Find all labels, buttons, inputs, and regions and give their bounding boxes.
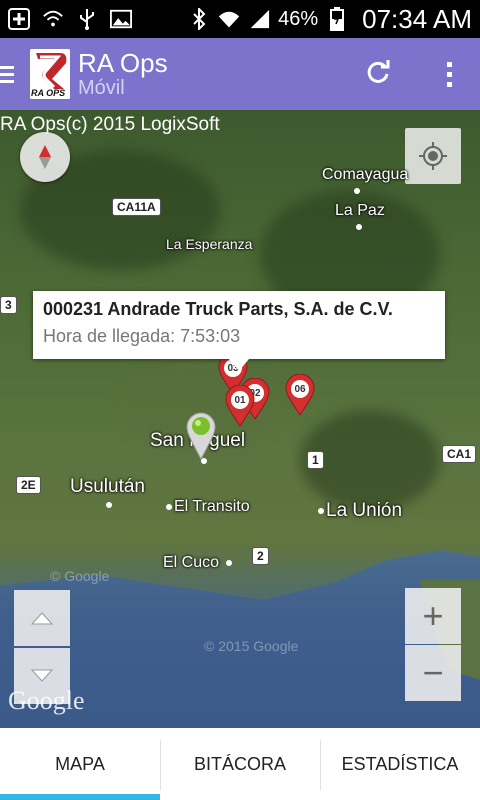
battery-icon xyxy=(326,7,348,31)
action-bar: RA OPS RA Ops Móvil xyxy=(0,38,480,110)
bluetooth-icon xyxy=(188,8,210,30)
place-label: Comayagua xyxy=(322,166,409,183)
map-marker[interactable]: 06 xyxy=(285,373,315,416)
place-dot xyxy=(106,502,112,508)
wifi-question-icon xyxy=(42,8,64,30)
road-shield: 3 xyxy=(0,296,17,314)
current-location-marker[interactable] xyxy=(186,412,216,461)
map-marker[interactable]: 01 xyxy=(225,384,255,427)
signal-icon xyxy=(248,8,270,30)
app-subtitle: Móvil xyxy=(78,77,125,99)
clock: 07:34 AM xyxy=(362,3,472,34)
road-shield: CA1 xyxy=(442,445,477,463)
marker-label: 06 xyxy=(291,380,309,398)
wifi-icon xyxy=(218,8,240,30)
road-shield: 1 xyxy=(307,451,324,469)
place-dot xyxy=(226,560,232,566)
logo-text: RA OPS xyxy=(31,88,66,98)
marker-label: 01 xyxy=(231,391,249,409)
status-bar: 46% 07:34 AM xyxy=(0,0,480,38)
map-view[interactable]: RA Ops(c) 2015 LogixSoft Comayagua La Pa… xyxy=(0,110,480,728)
bottom-tab-bar: MAPA BITÁCORA ESTADÍSTICA xyxy=(0,728,480,800)
overflow-menu-icon[interactable] xyxy=(447,61,452,87)
zoom-out-button[interactable]: − xyxy=(405,645,461,701)
place-label: La Unión xyxy=(326,500,403,521)
info-window-title: 000231 Andrade Truck Parts, S.A. de C.V. xyxy=(43,299,393,319)
place-dot xyxy=(356,224,362,230)
image-icon xyxy=(110,8,132,30)
usb-icon xyxy=(76,8,98,30)
place-label: El Transito xyxy=(174,498,250,515)
battery-percent: 46% xyxy=(278,7,319,30)
place-label: El Cuco xyxy=(163,554,220,571)
app-logo: RA OPS xyxy=(30,49,70,99)
place-label: La Paz xyxy=(335,202,385,219)
road-shield: 2 xyxy=(252,547,269,565)
info-window-arrival-time: Hora de llegada: 7:53:03 xyxy=(43,326,241,346)
my-location-button[interactable] xyxy=(405,128,461,184)
place-dot xyxy=(354,188,360,194)
pan-up-button[interactable] xyxy=(14,590,70,646)
map-watermark: © 2015 Google xyxy=(204,638,299,654)
tab-bitacora[interactable]: BITÁCORA xyxy=(160,728,320,800)
place-dot xyxy=(318,508,324,514)
compass-icon[interactable] xyxy=(20,132,70,182)
map-watermark: © Google xyxy=(50,568,110,584)
zoom-in-button[interactable]: + xyxy=(405,588,461,644)
add-icon xyxy=(8,8,30,30)
refresh-icon[interactable] xyxy=(365,59,391,90)
marker-info-window[interactable]: 000231 Andrade Truck Parts, S.A. de C.V.… xyxy=(33,291,445,371)
place-label: La Esperanza xyxy=(166,236,253,252)
app-title: RA Ops xyxy=(78,48,168,78)
tab-mapa[interactable]: MAPA xyxy=(0,728,160,800)
google-logo: Google xyxy=(8,686,85,715)
place-label: Usulután xyxy=(70,476,145,497)
place-dot xyxy=(166,504,172,510)
road-shield: CA11A xyxy=(112,198,161,216)
menu-icon[interactable] xyxy=(0,65,18,83)
tab-estadistica[interactable]: ESTADÍSTICA xyxy=(320,728,480,800)
road-shield: 2E xyxy=(16,476,41,494)
map-copyright: RA Ops(c) 2015 LogixSoft xyxy=(0,114,220,135)
